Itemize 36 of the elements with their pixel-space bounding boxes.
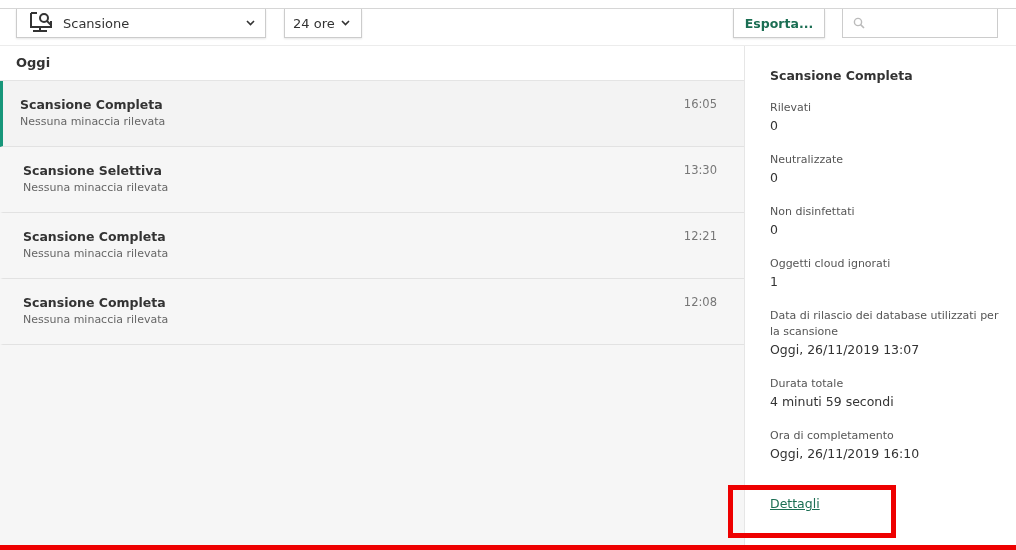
field-label: Neutralizzate	[770, 152, 845, 168]
scan-result: Nessuna minaccia rilevata	[20, 115, 166, 128]
scan-time: 16:05	[683, 97, 717, 113]
scan-time: 12:08	[683, 295, 717, 311]
scan-title: Scansione Selettiva	[23, 163, 163, 178]
period-dropdown[interactable]: 24 ore	[284, 9, 362, 38]
field-value: 1	[770, 274, 779, 289]
field-label: Data di rilascio dei database utilizzati per la scansione	[770, 308, 1000, 340]
scan-result: Nessuna minaccia rilevata	[23, 247, 169, 260]
scan-title: Scansione Completa	[23, 229, 167, 244]
export-button[interactable]: Esporta...	[733, 9, 825, 38]
scan-list-item[interactable]: Scansione Completa Nessuna minaccia rilevata 12:08	[0, 279, 744, 345]
field-value: 0	[770, 170, 779, 185]
field-value: Oggi, 26/11/2019 13:07	[770, 342, 921, 357]
field-value: 0	[770, 222, 779, 237]
scan-result: Nessuna minaccia rilevata	[23, 181, 169, 194]
field-value: 4 minuti 59 secondi	[770, 394, 895, 409]
scan-result: Nessuna minaccia rilevata	[23, 313, 169, 326]
category-dropdown[interactable]: Scansione	[16, 9, 266, 38]
field-value: 0	[770, 118, 779, 133]
scan-list-item[interactable]: Scansione Completa Nessuna minaccia rilevata 12:21	[0, 213, 744, 279]
scan-list-item[interactable]: Scansione Selettiva Nessuna minaccia rilevata 13:30	[0, 147, 744, 213]
scan-title: Scansione Completa	[23, 295, 167, 310]
scan-list-item[interactable]: Scansione Completa Nessuna minaccia rilevata 16:05	[0, 81, 744, 147]
field-label: Oggetti cloud ignorati	[770, 256, 892, 272]
field-label: Rilevati	[770, 100, 813, 116]
field-label: Durata totale	[770, 376, 845, 392]
details-title: Scansione Completa	[770, 68, 914, 83]
group-header: Oggi	[0, 46, 744, 81]
field-label: Non disinfettati	[770, 204, 856, 220]
field-label: Ora di completamento	[770, 428, 895, 444]
field-value: Oggi, 26/11/2019 16:10	[770, 446, 921, 461]
scan-title: Scansione Completa	[20, 97, 164, 112]
details-link[interactable]: Dettagli	[770, 496, 820, 511]
scan-time: 13:30	[683, 163, 717, 179]
scan-time: 12:21	[683, 229, 717, 245]
